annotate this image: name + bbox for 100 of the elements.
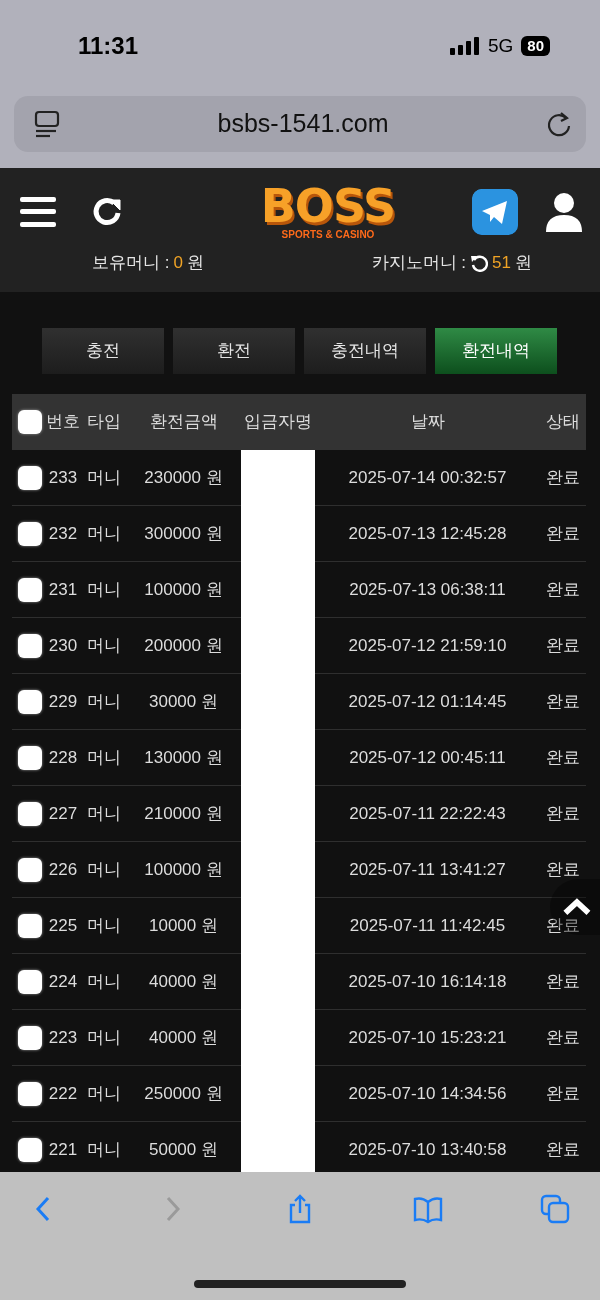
date-cell-text: 2025-07-13 12:45:28	[348, 522, 507, 545]
date-cell-text: 2025-07-11 13:41:27	[349, 858, 506, 881]
reload-icon[interactable]	[546, 110, 572, 138]
number-cell-text: 227	[48, 802, 78, 825]
number-cell-text: 228	[48, 746, 78, 769]
number-cell-text: 225	[48, 914, 78, 937]
reader-icon[interactable]	[34, 110, 60, 138]
date-cell-text: 2025-07-14 00:32:57	[348, 466, 507, 489]
date-cell-text: 2025-07-13 06:38:11	[349, 578, 506, 601]
type-cell-text: 머니	[87, 1138, 121, 1161]
type-cell-text: 머니	[87, 970, 121, 993]
amount-cell-text: 50000 원	[149, 1138, 218, 1161]
currency-unit: 원	[515, 252, 532, 274]
status-cell-text: 완료	[546, 970, 580, 993]
tab[interactable]: 충전	[42, 328, 164, 374]
checkbox[interactable]	[18, 521, 42, 546]
checkbox[interactable]	[18, 465, 42, 490]
amount-cell-text: 100000 원	[144, 578, 223, 601]
number-cell-text: 223	[48, 1026, 78, 1049]
checkbox[interactable]	[18, 745, 42, 770]
date-cell-text: 2025-07-12 00:45:11	[349, 746, 506, 769]
number-cell-text: 222	[48, 1082, 78, 1105]
menu-icon[interactable]	[20, 197, 56, 227]
user-icon[interactable]	[546, 192, 582, 232]
amount-cell-text: 200000 원	[144, 634, 223, 657]
type-cell-text: 머니	[87, 1082, 121, 1105]
checkbox[interactable]	[18, 857, 42, 882]
telegram-icon[interactable]	[472, 189, 518, 235]
tab[interactable]: 환전내역	[435, 328, 557, 374]
column-header: 번호	[46, 411, 80, 434]
column-header: 상태	[546, 411, 580, 434]
amount-cell-text: 10000 원	[149, 914, 218, 937]
type-cell-text: 머니	[87, 914, 121, 937]
number-cell-text: 231	[48, 578, 78, 601]
currency-unit: 원	[186, 252, 204, 274]
status-cell-text: 완료	[546, 466, 580, 489]
status-cell-text: 완료	[546, 746, 580, 769]
refresh-icon[interactable]	[92, 196, 124, 228]
checkbox[interactable]	[18, 633, 42, 658]
amount-cell-text: 130000 원	[144, 746, 223, 769]
amount-cell-text: 40000 원	[149, 1026, 218, 1049]
date-cell-text: 2025-07-12 21:59:10	[348, 634, 507, 657]
number-cell-text: 232	[48, 522, 78, 545]
number-cell-text: 224	[48, 970, 78, 993]
balance-amount: 0	[173, 252, 183, 274]
column-header: 입금자명	[244, 411, 312, 434]
signal-icon	[449, 37, 480, 55]
checkbox[interactable]	[18, 913, 42, 938]
amount-cell-text: 100000 원	[144, 858, 223, 881]
status-cell-text: 완료	[546, 522, 580, 545]
amount-cell-text: 230000 원	[144, 466, 223, 489]
column-header: 타입	[87, 411, 121, 434]
logo[interactable]: BOSS SPORTS & CASINO	[260, 183, 396, 241]
checkbox[interactable]	[18, 410, 42, 434]
amount-cell-text: 210000 원	[144, 802, 223, 825]
type-cell-text: 머니	[87, 690, 121, 713]
date-cell-text: 2025-07-11 22:22:43	[349, 802, 506, 825]
clock-time: 11:31	[78, 31, 139, 61]
balance-label: 보유머니 :	[92, 252, 170, 274]
amount-cell-text: 300000 원	[144, 522, 223, 545]
tab[interactable]: 환전	[173, 328, 295, 374]
number-cell-text: 229	[48, 690, 78, 713]
battery-indicator: 80	[521, 36, 550, 56]
tab[interactable]: 충전내역	[304, 328, 426, 374]
type-cell-text: 머니	[87, 1026, 121, 1049]
status-cell-text: 완료	[546, 914, 580, 937]
type-cell-text: 머니	[87, 802, 121, 825]
date-cell-text: 2025-07-10 13:40:58	[348, 1138, 507, 1161]
type-cell-text: 머니	[87, 578, 121, 601]
date-cell-text: 2025-07-10 16:14:18	[348, 970, 507, 993]
number-cell-text: 230	[48, 634, 78, 657]
type-cell-text: 머니	[87, 522, 121, 545]
checkbox[interactable]	[18, 1137, 42, 1162]
column-header: 환전금액	[149, 411, 218, 434]
type-cell-text: 머니	[87, 634, 121, 657]
column-header: 날짜	[410, 411, 445, 434]
amount-cell-text: 250000 원	[144, 1082, 223, 1105]
checkbox[interactable]	[18, 1025, 42, 1050]
status-cell-text: 완료	[546, 1138, 580, 1161]
status-cell-text: 완료	[546, 858, 580, 881]
number-cell-text: 221	[48, 1138, 78, 1161]
type-cell-text: 머니	[87, 466, 121, 489]
status-cell-text: 완료	[546, 690, 580, 713]
type-cell-text: 머니	[87, 858, 121, 881]
checkbox[interactable]	[18, 801, 42, 826]
network-label: 5G	[487, 33, 514, 58]
checkbox[interactable]	[18, 689, 42, 714]
date-cell-text: 2025-07-10 14:34:56	[348, 1082, 507, 1105]
checkbox[interactable]	[18, 577, 42, 602]
balance-amount: 51	[492, 252, 511, 274]
status-cell-text: 완료	[546, 1082, 580, 1105]
checkbox[interactable]	[18, 969, 42, 994]
checkbox[interactable]	[18, 1081, 42, 1106]
date-cell-text: 2025-07-11 11:42:45	[349, 914, 506, 937]
status-cell-text: 완료	[546, 634, 580, 657]
amount-cell-text: 30000 원	[149, 690, 218, 713]
type-cell-text: 머니	[87, 746, 121, 769]
refresh-icon[interactable]	[470, 253, 489, 272]
balance-label: 카지노머니 :	[371, 252, 467, 274]
number-cell-text: 233	[48, 466, 78, 489]
